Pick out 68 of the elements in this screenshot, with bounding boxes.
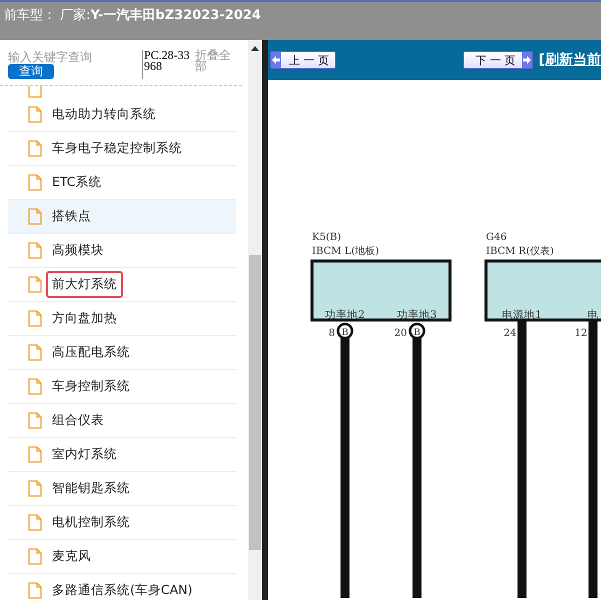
tree-item[interactable]: 电机控制系统 (8, 506, 236, 540)
scrollbar[interactable] (248, 40, 262, 600)
tree-item-label: 电机控制系统 (51, 513, 131, 531)
window-title: 前车型： 厂家:Y-一汽丰田bZ32023-2024 (4, 8, 261, 23)
file-icon (28, 548, 42, 565)
scrollbar-thumb[interactable] (249, 255, 261, 550)
tree-item-label: 车身电子稳定控制系统 (51, 139, 183, 157)
pin-number: 8 (328, 328, 335, 339)
pin-number: 24 (504, 328, 516, 339)
file-icon (28, 480, 42, 497)
code-label: PC.28-33968 (142, 50, 191, 79)
tree-item-label: 组合仪表 (51, 411, 105, 429)
tree-item[interactable]: 车身电子稳定控制系统 (8, 132, 236, 166)
tree-item[interactable]: 智能钥匙系统 (8, 472, 236, 506)
tree-item-label: 高压配电系统 (51, 343, 131, 361)
pin-label: 功率地3 (397, 309, 437, 321)
refresh-link[interactable]: [刷新当前 (538, 51, 601, 69)
tree-item[interactable]: 搭铁点 (8, 200, 236, 234)
pin-label: 电 (588, 309, 598, 321)
tree-item-label: 多路通信系统(车身CAN) (51, 581, 194, 599)
tree-item-label: 方向盘加热 (51, 309, 118, 327)
scroll-up-icon[interactable] (251, 46, 259, 51)
tree-item[interactable]: 高压配电系统 (8, 336, 236, 370)
file-icon (28, 582, 42, 599)
module-name: IBCM R(仪表) (486, 246, 554, 257)
file-icon (28, 310, 42, 327)
next-page-button[interactable]: 下 一 页 (462, 51, 533, 69)
pin-number: 20 (394, 328, 407, 339)
tree-item-label: 麦克风 (51, 547, 92, 565)
file-icon (28, 208, 42, 225)
file-icon (28, 514, 42, 531)
search-button[interactable]: 查询 (8, 64, 54, 79)
tree-item-label: 智能钥匙系统 (51, 479, 131, 497)
terminal-circle: B (408, 322, 426, 340)
pin-label: 电源地1 (502, 309, 542, 321)
tree-item-label: 室内灯系统 (51, 445, 118, 463)
tree-item[interactable]: 车身控制系统 (8, 370, 236, 404)
tree-item[interactable]: 方向盘加热 (8, 302, 236, 336)
tree-item-label: 车身控制系统 (51, 377, 131, 395)
terminal-circle: B (336, 322, 354, 340)
tree-item-label: 高频模块 (51, 241, 105, 259)
file-icon (28, 378, 42, 395)
tree-item[interactable]: 高频模块 (8, 234, 236, 268)
module-name: IBCM L(地板) (312, 246, 379, 257)
tree-item[interactable]: 室内灯系统 (8, 438, 236, 472)
file-icon (28, 106, 42, 123)
file-icon (28, 344, 42, 361)
file-icon (28, 86, 42, 98)
tree-item[interactable]: 多路通信系统(车身CAN) (8, 574, 236, 600)
connector-code: G46 (486, 232, 507, 243)
previous-page-button[interactable]: 上 一 页 (270, 51, 336, 69)
tree-item[interactable]: 组合仪表 (8, 404, 236, 438)
file-icon (28, 446, 42, 463)
file-icon (28, 174, 42, 191)
pin-label: 功率地2 (325, 309, 365, 321)
tree-item-label: 搭铁点 (51, 207, 92, 225)
tree-item-label: ETC系统 (51, 173, 103, 191)
tree-item-label: 前大灯系统 (46, 271, 123, 298)
file-icon (28, 140, 42, 157)
pin-number: 12 (574, 328, 588, 339)
tree-item[interactable]: 麦克风 (8, 540, 236, 574)
tree-item[interactable]: 电动助力转向系统 (8, 98, 236, 132)
tree-item-label: 电动助力转向系统 (51, 105, 157, 123)
file-icon (28, 276, 42, 293)
file-icon (28, 412, 42, 429)
tree-item[interactable]: 前大灯系统 (8, 268, 236, 302)
file-icon (28, 242, 42, 259)
connector-code: K5(B) (312, 232, 341, 243)
